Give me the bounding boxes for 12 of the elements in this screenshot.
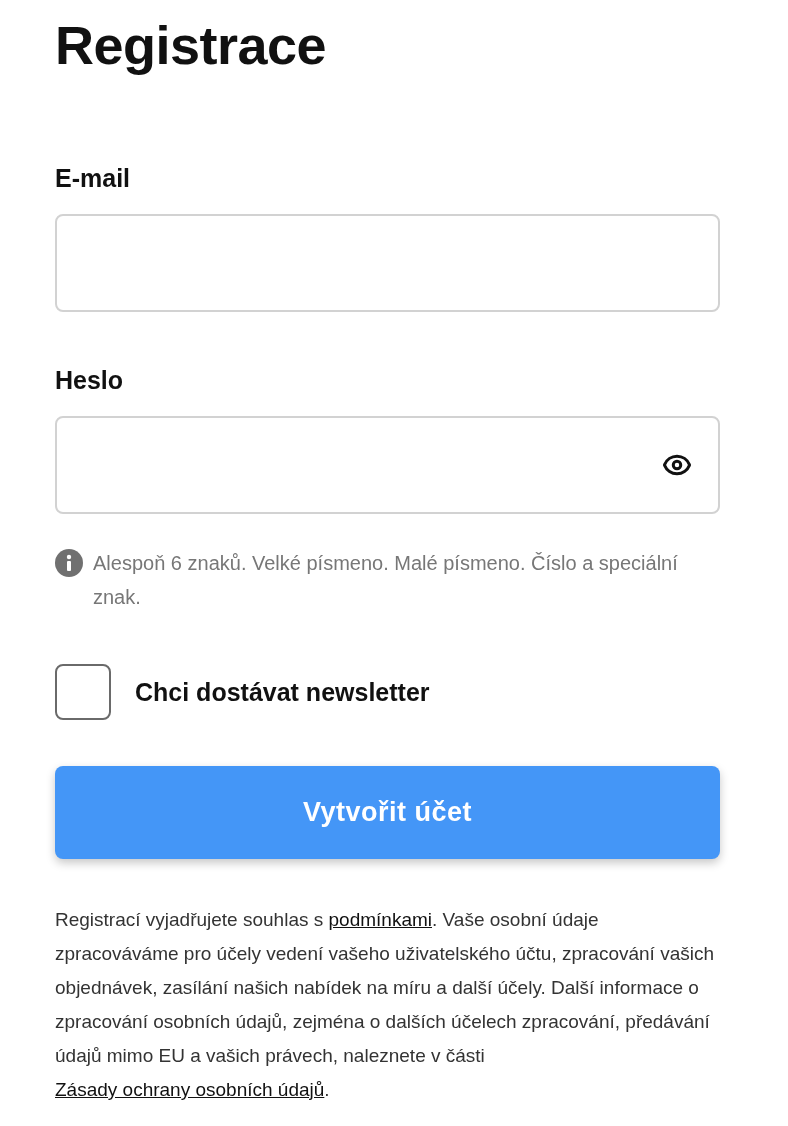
page-title: Registrace xyxy=(55,14,328,77)
consent-paragraph: Registrací vyjadřujete souhlas s podmínkami. Vaše osobní údaje zpracováváme pro účely vedení vašeho uživatelského účtu, zpracování vašich objednávek, zasílání našich nabídek na míru a další účely. Další informace o zpracování osobních údajů, zejména o dalších účelech zpracování, předávání údajů mimo EU a vašich právech, naleznete v části Zásady ochrany osobních údajů. xyxy=(55,908,716,1102)
checkbox-label: Chci dostávat newsletter xyxy=(135,677,430,707)
email-field[interactable] xyxy=(55,214,720,312)
password-hint: Alespoň 6 znaků. Velké písmeno. Malé písmeno. Číslo a speciální znak. xyxy=(93,551,679,610)
field-label: Heslo xyxy=(55,365,124,396)
field-label: E-mail xyxy=(55,163,131,194)
newsletter-checkbox[interactable] xyxy=(55,664,111,720)
password-field[interactable] xyxy=(55,416,720,514)
info-icon xyxy=(55,549,83,577)
terms-link[interactable]: podmínkami xyxy=(328,909,432,930)
terms-link[interactable]: Zásady ochrany osobních údajů xyxy=(55,1079,325,1100)
